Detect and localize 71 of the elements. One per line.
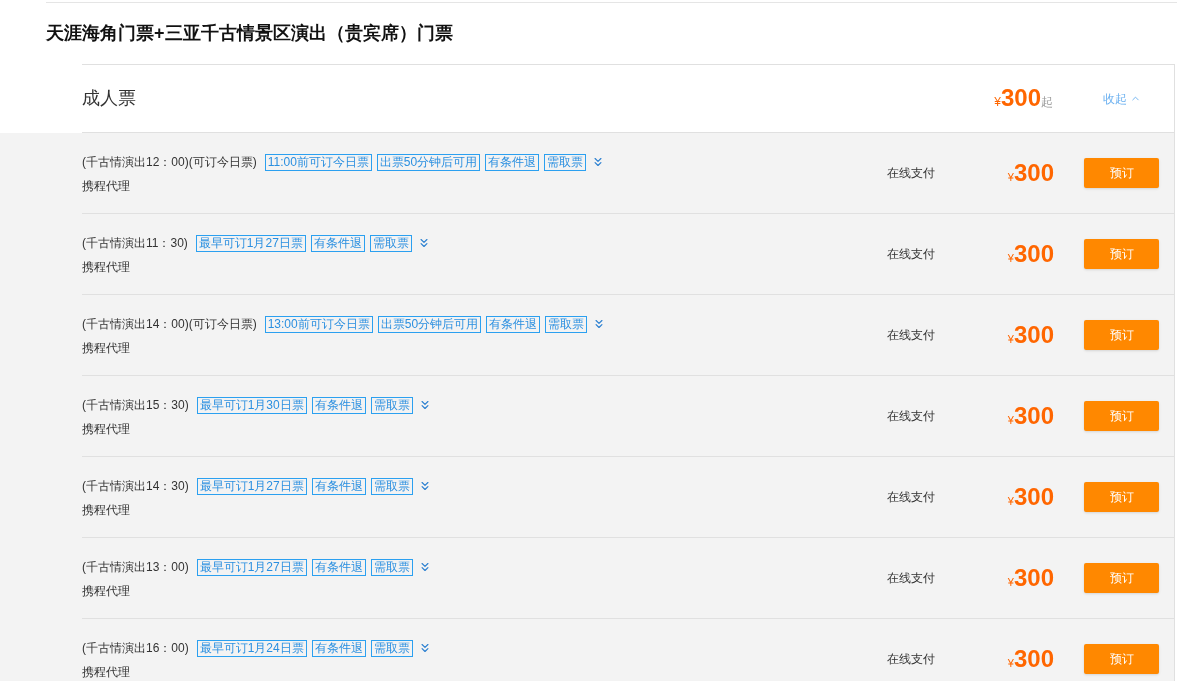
feature-tag: 有条件退 (311, 639, 366, 657)
payment-method: 在线支付 (887, 327, 936, 344)
price: 300 (1013, 160, 1054, 185)
currency-symbol: ¥ (1007, 413, 1014, 428)
book-button[interactable]: 预订 (1084, 401, 1159, 431)
feature-tag: 需取票 (544, 153, 587, 171)
ticket-type-title: 成人票 (82, 87, 136, 110)
page-title: 天涯海角门票+三亚千古情景区演出（贵宾席）门票 (46, 22, 453, 45)
session-name: (千古情演出11：30) (82, 235, 188, 252)
feature-tag: 11:00前可订今日票 (264, 153, 372, 171)
session-name: (千古情演出16：00) (82, 640, 189, 657)
book-button[interactable]: 预订 (1084, 644, 1159, 674)
book-button[interactable]: 预订 (1084, 563, 1159, 593)
session-name: (千古情演出15：30) (82, 397, 189, 414)
supplier-name: 携程代理 (82, 664, 131, 681)
feature-tag: 需取票 (545, 315, 588, 333)
currency-symbol: ¥ (1007, 332, 1014, 347)
collapse-toggle[interactable]: 收起 (1103, 89, 1141, 108)
supplier-name: 携程代理 (82, 421, 131, 438)
currency-symbol: ¥ (1007, 251, 1014, 266)
currency-symbol: ¥ (994, 95, 1001, 111)
book-button[interactable]: 预订 (1084, 239, 1159, 269)
feature-tag: 需取票 (370, 558, 413, 576)
feature-tag: 最早可订1月27日票 (196, 558, 307, 576)
feature-tag: 13:00前可订今日票 (264, 315, 373, 333)
price: 300 (1013, 241, 1054, 266)
price: 300 (1013, 403, 1054, 428)
supplier-name: 携程代理 (82, 583, 131, 600)
price: 300 (1000, 86, 1041, 110)
currency-symbol: ¥ (1007, 170, 1014, 185)
payment-method: 在线支付 (887, 246, 936, 263)
feature-tag: 有条件退 (485, 153, 540, 171)
price-suffix: 起 (1041, 95, 1053, 111)
feature-tag: 出票50分钟后可用 (377, 315, 482, 333)
session-name: (千古情演出14：30) (82, 478, 189, 495)
supplier-name: 携程代理 (82, 178, 131, 195)
session-name: (千古情演出14：00)(可订今日票) (82, 316, 257, 333)
payment-method: 在线支付 (887, 651, 936, 668)
book-button[interactable]: 预订 (1084, 482, 1159, 512)
session-name: (千古情演出13：00) (82, 559, 189, 576)
book-button[interactable]: 预订 (1084, 320, 1159, 350)
currency-symbol: ¥ (1007, 656, 1014, 671)
feature-tag: 最早可订1月24日票 (196, 639, 307, 657)
payment-method: 在线支付 (887, 570, 936, 587)
price: 300 (1013, 484, 1054, 509)
feature-tag: 需取票 (370, 477, 413, 495)
book-button[interactable]: 预订 (1084, 158, 1159, 188)
payment-method: 在线支付 (887, 165, 936, 182)
supplier-name: 携程代理 (82, 502, 131, 519)
feature-tag: 有条件退 (311, 396, 366, 414)
feature-tag: 出票50分钟后可用 (376, 153, 481, 171)
price: 300 (1013, 565, 1054, 590)
feature-tag: 最早可订1月27日票 (195, 234, 306, 252)
feature-tag: 需取票 (369, 234, 412, 252)
feature-tag: 有条件退 (311, 477, 366, 495)
payment-method: 在线支付 (887, 489, 936, 506)
currency-symbol: ¥ (1007, 575, 1014, 590)
feature-tag: 需取票 (370, 396, 413, 414)
supplier-name: 携程代理 (82, 340, 131, 357)
feature-tag: 有条件退 (486, 315, 541, 333)
session-name: (千古情演出12：00)(可订今日票) (82, 154, 257, 171)
feature-tag: 有条件退 (310, 234, 365, 252)
currency-symbol: ¥ (1007, 494, 1014, 509)
supplier-name: 携程代理 (82, 259, 131, 276)
payment-method: 在线支付 (887, 408, 936, 425)
price: 300 (1013, 322, 1054, 347)
feature-tag: 最早可订1月27日票 (196, 477, 307, 495)
feature-tag: 最早可订1月30日票 (196, 396, 307, 414)
feature-tag: 有条件退 (311, 558, 366, 576)
price: 300 (1013, 646, 1054, 671)
feature-tag: 需取票 (370, 639, 413, 657)
